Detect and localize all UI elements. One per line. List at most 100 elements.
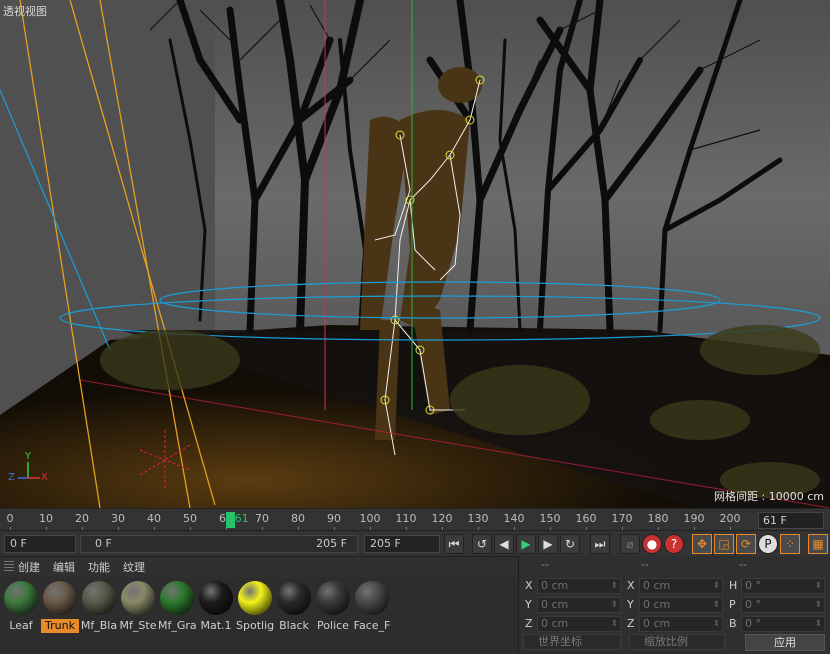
material-preview[interactable]: [199, 581, 233, 615]
material-preview[interactable]: [355, 581, 389, 615]
material-label[interactable]: Face_F: [353, 619, 391, 633]
timeline-ruler[interactable]: 0102030405060708090100110120130140150160…: [0, 508, 830, 531]
coord-value: 0 °: [745, 579, 761, 592]
next-frame-button[interactable]: ▶: [538, 534, 558, 554]
coord-value-field[interactable]: 0 cm ⬍: [537, 578, 621, 594]
range-end-label: 205 F: [316, 537, 347, 550]
playhead-frame-label: 61: [234, 512, 249, 525]
coord-value-field[interactable]: 0 ° ⬍: [741, 578, 825, 594]
material-preview[interactable]: [238, 581, 272, 615]
material-item[interactable]: Mat.1: [197, 581, 235, 633]
coord-axis-label: Y: [525, 598, 532, 611]
material-label[interactable]: Black: [275, 619, 313, 633]
coord-value: 0 cm: [643, 598, 671, 611]
material-label[interactable]: Mf_Bla: [80, 619, 118, 633]
coordinate-mode-select[interactable]: 世界坐标: [523, 634, 621, 650]
go-to-end-button[interactable]: ⏭: [590, 534, 610, 554]
material-label[interactable]: Police: [314, 619, 352, 633]
material-preview[interactable]: [82, 581, 116, 615]
timeline-tick-label: 0: [6, 512, 14, 525]
coord-axis-label: X: [525, 579, 533, 592]
move-key-icon[interactable]: ✥: [692, 534, 712, 554]
material-item[interactable]: Spotlig: [236, 581, 274, 633]
prev-frame-button[interactable]: ◀: [494, 534, 514, 554]
material-preview[interactable]: [160, 581, 194, 615]
coord-value-field[interactable]: 0 cm ⬍: [639, 597, 723, 613]
viewport-title[interactable]: 透视视图: [3, 3, 47, 19]
playhead[interactable]: [225, 512, 235, 528]
stepper-arrows-icon[interactable]: ⬍: [712, 617, 720, 631]
material-preview[interactable]: [4, 581, 38, 615]
go-to-start-button[interactable]: ⏮: [444, 534, 464, 554]
prev-keyframe-button[interactable]: ↺: [472, 534, 492, 554]
auto-key-icon[interactable]: ?: [664, 534, 684, 554]
material-label[interactable]: Mf_Ste: [119, 619, 157, 633]
coord-value: 0 cm: [541, 579, 569, 592]
material-item[interactable]: Leaf: [2, 581, 40, 633]
stepper-arrows-icon[interactable]: ⬍: [712, 579, 720, 593]
range-slider[interactable]: 0 F 205 F: [80, 535, 358, 553]
timeline-tick-label: 90: [327, 512, 341, 525]
coord-value: 0 cm: [541, 598, 569, 611]
apply-button[interactable]: 应用: [745, 634, 825, 651]
material-label[interactable]: Spotlig: [236, 619, 274, 633]
coord-value-field[interactable]: 0 cm ⬍: [537, 597, 621, 613]
stepper-arrows-icon[interactable]: ⬍: [610, 617, 618, 631]
material-item[interactable]: Mf_Bla: [80, 581, 118, 633]
menu-create[interactable]: 创建: [18, 559, 40, 575]
material-item[interactable]: Police: [314, 581, 352, 633]
material-item[interactable]: Face_F: [353, 581, 391, 633]
material-label[interactable]: Mat.1: [197, 619, 235, 633]
stepper-arrows-icon[interactable]: ⬍: [814, 579, 822, 593]
coord-axis-label: P: [729, 598, 736, 611]
material-item[interactable]: Mf_Ste: [119, 581, 157, 633]
coord-value-field[interactable]: 0 ° ⬍: [741, 616, 825, 632]
stepper-arrows-icon[interactable]: ⬍: [610, 579, 618, 593]
material-item[interactable]: Trunk: [41, 581, 79, 633]
start-frame-field[interactable]: 0 F: [4, 535, 76, 553]
point-key-icon[interactable]: ⁘: [780, 534, 800, 554]
material-preview[interactable]: [121, 581, 155, 615]
coord-value-field[interactable]: 0 cm ⬍: [639, 578, 723, 594]
rotate-key-icon[interactable]: ⟳: [736, 534, 756, 554]
coord-value-field[interactable]: 0 cm ⬍: [639, 616, 723, 632]
play-button[interactable]: ▶: [516, 534, 536, 554]
scale-mode-select[interactable]: 缩放比例: [629, 634, 725, 650]
material-item[interactable]: Black: [275, 581, 313, 633]
material-label[interactable]: Trunk: [41, 619, 79, 633]
timeline-window-icon[interactable]: ▦: [808, 534, 828, 554]
ruler-track[interactable]: 0102030405060708090100110120130140150160…: [0, 509, 752, 531]
grip-icon[interactable]: [4, 561, 14, 573]
axis-x-label: X: [41, 472, 48, 483]
stepper-arrows-icon[interactable]: ⬍: [610, 598, 618, 612]
end-frame-field[interactable]: 205 F: [364, 535, 440, 553]
coord-value-field[interactable]: 0 ° ⬍: [741, 597, 825, 613]
coord-axis-label: Y: [627, 598, 634, 611]
timeline-tick-label: 100: [359, 512, 381, 525]
current-frame-field[interactable]: 61 F: [758, 512, 824, 529]
coord-value: 0 °: [745, 617, 761, 630]
timeline-tick-label: 80: [291, 512, 305, 525]
stepper-arrows-icon[interactable]: ⬍: [814, 617, 822, 631]
scale-key-icon[interactable]: ◲: [714, 534, 734, 554]
key-path-icon[interactable]: ⌀: [620, 534, 640, 554]
menu-edit[interactable]: 编辑: [53, 559, 75, 575]
menu-function[interactable]: 功能: [88, 559, 110, 575]
coord-value-field[interactable]: 0 cm ⬍: [537, 616, 621, 632]
material-preview[interactable]: [316, 581, 350, 615]
axis-z-label: Z: [8, 472, 15, 483]
record-key-icon[interactable]: ●: [642, 534, 662, 554]
coord-axis-label: Z: [525, 617, 533, 630]
material-preview[interactable]: [277, 581, 311, 615]
stepper-arrows-icon[interactable]: ⬍: [712, 598, 720, 612]
material-label[interactable]: Mf_Gra: [158, 619, 196, 633]
stepper-arrows-icon[interactable]: ⬍: [814, 598, 822, 612]
parameter-key-icon[interactable]: P: [758, 534, 778, 554]
material-preview[interactable]: [43, 581, 77, 615]
menu-texture[interactable]: 纹理: [123, 559, 145, 575]
perspective-viewport[interactable]: 透视视图 Y X Z 网格间距 : 10000 cm: [0, 0, 830, 508]
coord-axis-label: X: [627, 579, 635, 592]
material-item[interactable]: Mf_Gra: [158, 581, 196, 633]
material-label[interactable]: Leaf: [2, 619, 40, 633]
next-keyframe-button[interactable]: ↻: [560, 534, 580, 554]
